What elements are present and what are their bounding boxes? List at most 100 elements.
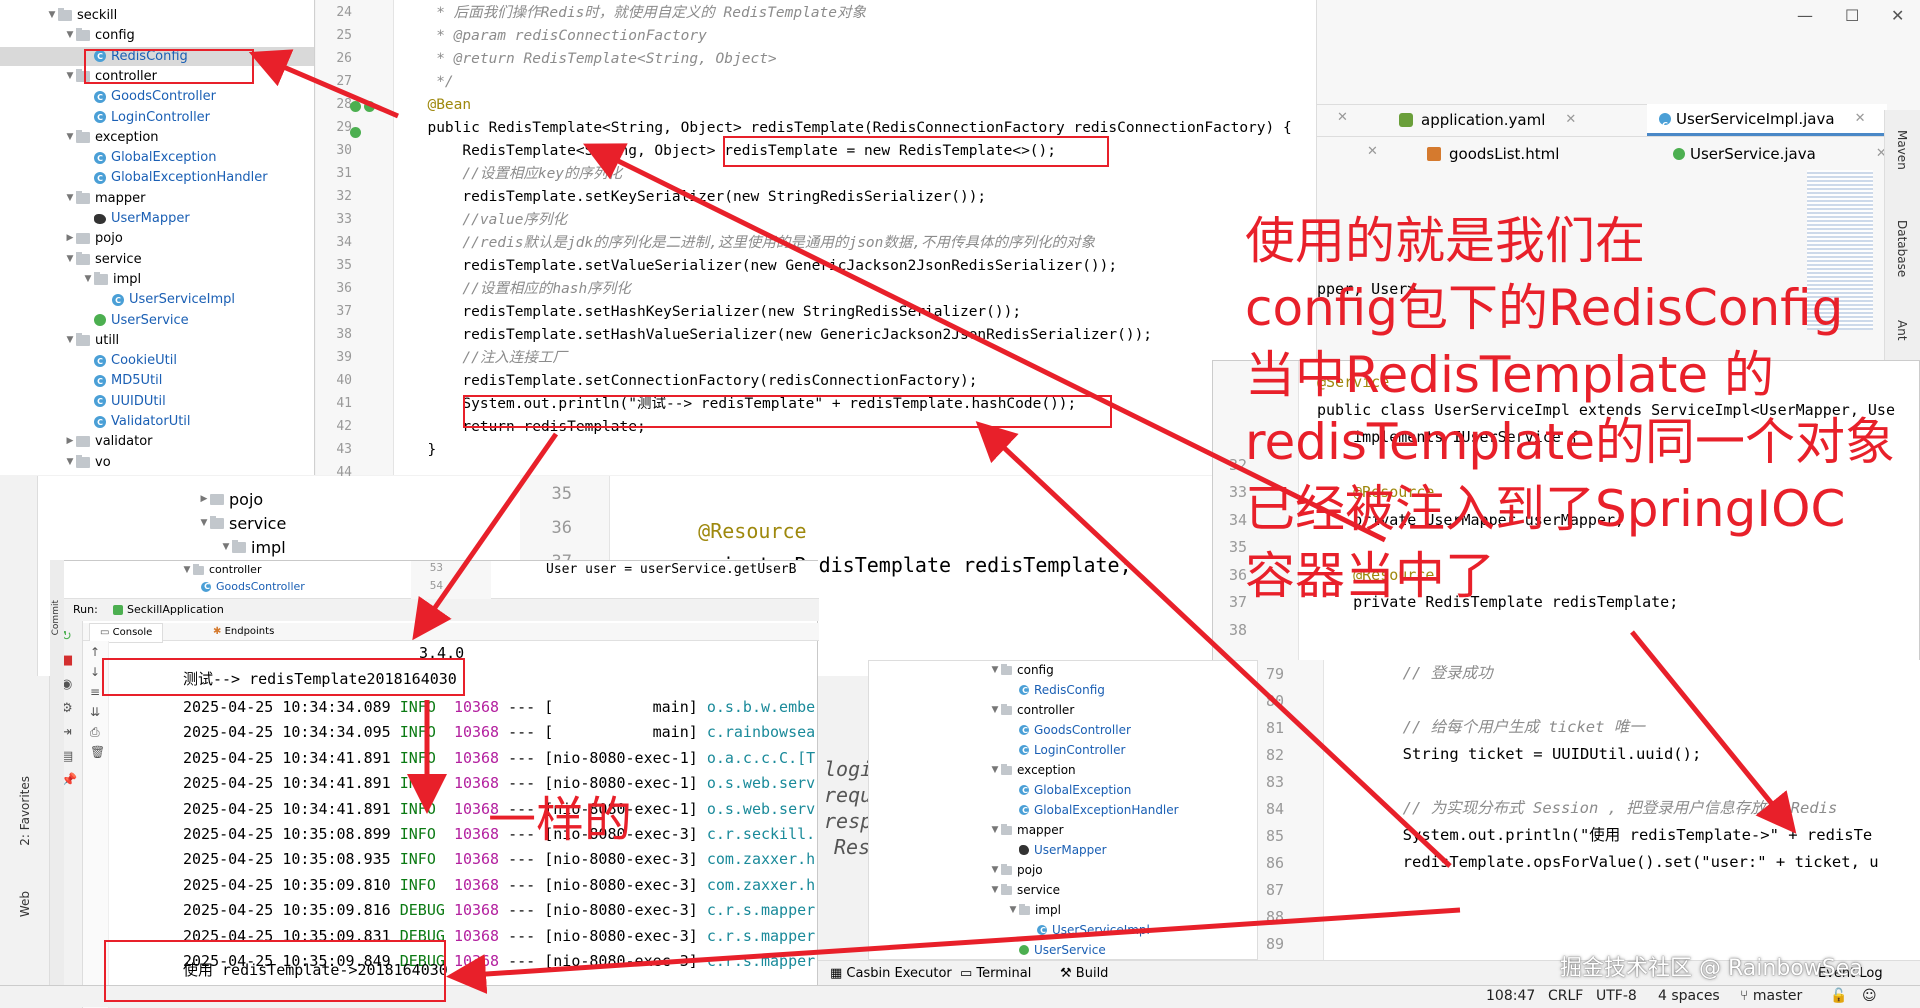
vcs-branch[interactable]: ⑂ master — [1740, 988, 1802, 1004]
tree-item[interactable]: LoginController — [869, 741, 1125, 760]
chevron-down-icon[interactable]: ▼ — [46, 6, 58, 25]
tree-item[interactable]: UserMapper — [0, 209, 314, 228]
build-tool[interactable]: ⚒ Build — [1060, 961, 1108, 986]
tree-item[interactable]: GlobalException — [869, 781, 1131, 800]
chevron-down-icon[interactable]: ▼ — [64, 67, 76, 86]
caret-position[interactable]: 108:47 — [1486, 988, 1535, 1004]
clear-icon[interactable]: 🗑 — [90, 745, 105, 759]
chevron-down-icon[interactable]: ▼ — [64, 331, 76, 350]
chevron-down-icon[interactable]: ▼ — [989, 701, 1001, 719]
tree-item[interactable]: UUIDUtil — [0, 392, 314, 411]
tree-item[interactable]: ▼ exception — [869, 761, 1076, 779]
tree-item[interactable]: GoodsController — [0, 87, 314, 107]
line-separator[interactable]: CRLF — [1548, 988, 1583, 1004]
wrap-icon[interactable]: ≡ — [90, 685, 100, 699]
tab-application-yaml[interactable]: application.yaml ✕ — [1399, 104, 1576, 136]
run-config-tab[interactable]: SeckillApplication — [113, 599, 224, 621]
close-icon[interactable]: ✕ — [1855, 103, 1866, 135]
tree-item[interactable]: RedisConfig — [869, 681, 1105, 700]
tree-item[interactable]: ▶ pojo — [0, 229, 314, 248]
chevron-down-icon[interactable]: ▼ — [64, 128, 76, 147]
tree-item[interactable]: ▼ exception — [0, 128, 314, 147]
lock-icon[interactable]: 🔓 — [1830, 988, 1847, 1004]
tab-close-icon[interactable]: ✕ — [1367, 144, 1378, 159]
file-encoding[interactable]: UTF-8 — [1596, 988, 1637, 1004]
tree-item[interactable]: ▼ controller — [181, 562, 262, 578]
tree-item[interactable]: ▼ service — [869, 881, 1060, 899]
tree-item[interactable]: ▼ impl — [869, 901, 1061, 919]
favorites-tool[interactable]: 2: Favorites — [18, 776, 32, 846]
editor-usercontroller[interactable]: 79 // 登录成功 80 81 // 给每个用户生成 ticket 唯一 82 St… — [1252, 660, 1920, 960]
minimize-icon[interactable]: — — [1797, 6, 1813, 25]
commit-tool[interactable]: Commit — [51, 600, 61, 635]
tree-item[interactable]: ▼ mapper — [869, 821, 1064, 839]
print-icon[interactable]: ⎙ — [90, 725, 100, 740]
tree-item[interactable]: UserService — [869, 941, 1106, 959]
chevron-down-icon[interactable]: ▼ — [64, 453, 76, 472]
tree-item[interactable]: ▼ mapper — [0, 189, 314, 208]
chevron-right-icon[interactable]: ▶ — [64, 229, 76, 248]
tab-userservice[interactable]: UserService.java ✕ — [1673, 138, 1887, 170]
close-icon[interactable]: ✕ — [1891, 6, 1904, 25]
tree-item[interactable]: ▼ service — [0, 250, 314, 269]
tab-endpoints[interactable]: ✱ Endpoints — [203, 623, 284, 641]
web-tool[interactable]: Web — [18, 891, 32, 917]
tree-item[interactable]: GoodsController — [201, 579, 305, 595]
tree-item[interactable]: ▶ pojo — [198, 490, 264, 509]
tree-item[interactable]: GlobalExceptionHandler — [0, 168, 314, 188]
tree-item[interactable]: ▼ pojo — [869, 861, 1043, 879]
maximize-icon[interactable]: ☐ — [1845, 6, 1859, 25]
tree-item[interactable]: UserService — [0, 311, 314, 330]
chevron-down-icon[interactable]: ▼ — [64, 250, 76, 269]
tree-item[interactable]: ValidatorUtil — [0, 412, 314, 432]
tree-item[interactable]: UserMapper — [869, 841, 1107, 859]
close-icon[interactable]: ✕ — [1565, 104, 1576, 136]
scroll-end-icon[interactable]: ⇊ — [90, 705, 100, 719]
tree-item[interactable]: ▼ impl — [0, 270, 314, 289]
chevron-down-icon[interactable]: ▼ — [64, 26, 76, 45]
bean-gutter-icon[interactable] — [350, 101, 361, 112]
tree-item[interactable]: GlobalException — [0, 148, 314, 168]
tab-console[interactable]: ▭ Console — [89, 623, 164, 643]
tree-item[interactable]: ▼ impl — [220, 538, 286, 557]
tree-item[interactable]: GoodsController — [869, 721, 1131, 740]
tree-item[interactable]: ▼ service — [198, 514, 287, 533]
bean-gutter-icon[interactable] — [364, 101, 375, 112]
chevron-down-icon[interactable]: ▼ — [989, 661, 1001, 679]
chevron-down-icon[interactable]: ▼ — [989, 861, 1001, 879]
notifications-icon[interactable]: ☺ — [1862, 988, 1877, 1004]
chevron-down-icon[interactable]: ▼ — [82, 270, 94, 289]
highlight-use-output — [104, 940, 446, 1002]
maven-tool[interactable]: Maven — [1895, 130, 1909, 170]
tab-goodslist-html[interactable]: goodsList.html — [1427, 138, 1559, 170]
tree-item[interactable]: ▼ seckill — [0, 6, 314, 25]
chevron-down-icon[interactable]: ▼ — [989, 821, 1001, 839]
tree-item[interactable]: GlobalExceptionHandler — [869, 801, 1179, 820]
tree-item[interactable]: ▼ vo — [0, 453, 314, 472]
chevron-down-icon[interactable]: ▼ — [1007, 901, 1019, 919]
tree-item[interactable]: LoginController — [0, 108, 314, 127]
tree-item[interactable]: ▶ validator — [0, 432, 314, 451]
tree-item[interactable]: ▼ controller — [869, 701, 1075, 719]
tree-item[interactable]: MD5Util — [0, 371, 314, 391]
bean-gutter-icon[interactable] — [350, 127, 361, 138]
chevron-down-icon[interactable]: ▼ — [64, 189, 76, 208]
class-icon — [94, 372, 106, 391]
tree-item[interactable]: LoginVo — [0, 473, 314, 475]
tree-item[interactable]: ▼ config — [869, 661, 1054, 679]
tree-item[interactable]: ▼ utill — [0, 331, 314, 350]
chevron-down-icon[interactable]: ▼ — [989, 881, 1001, 899]
chevron-right-icon[interactable]: ▶ — [64, 432, 76, 451]
tree-item[interactable]: CookieUtil — [0, 351, 314, 371]
indent-setting[interactable]: 4 spaces — [1658, 988, 1720, 1004]
terminal-tool[interactable]: ▭ Terminal — [960, 961, 1031, 986]
casbin-tool[interactable]: ▦ Casbin Executor — [830, 961, 952, 986]
tree-item[interactable]: UserServiceImpl — [869, 921, 1150, 940]
down-icon[interactable]: ↓ — [90, 665, 100, 679]
tab-close-icon[interactable]: ✕ — [1337, 110, 1348, 125]
tree-item[interactable]: UserServiceImpl — [0, 290, 314, 310]
up-icon[interactable]: ↑ — [90, 645, 100, 659]
tree-item[interactable]: ▼ config — [0, 26, 314, 45]
tab-userserviceimpl[interactable]: UserServiceImpl.java ✕ — [1647, 103, 1887, 142]
chevron-down-icon[interactable]: ▼ — [989, 761, 1001, 779]
